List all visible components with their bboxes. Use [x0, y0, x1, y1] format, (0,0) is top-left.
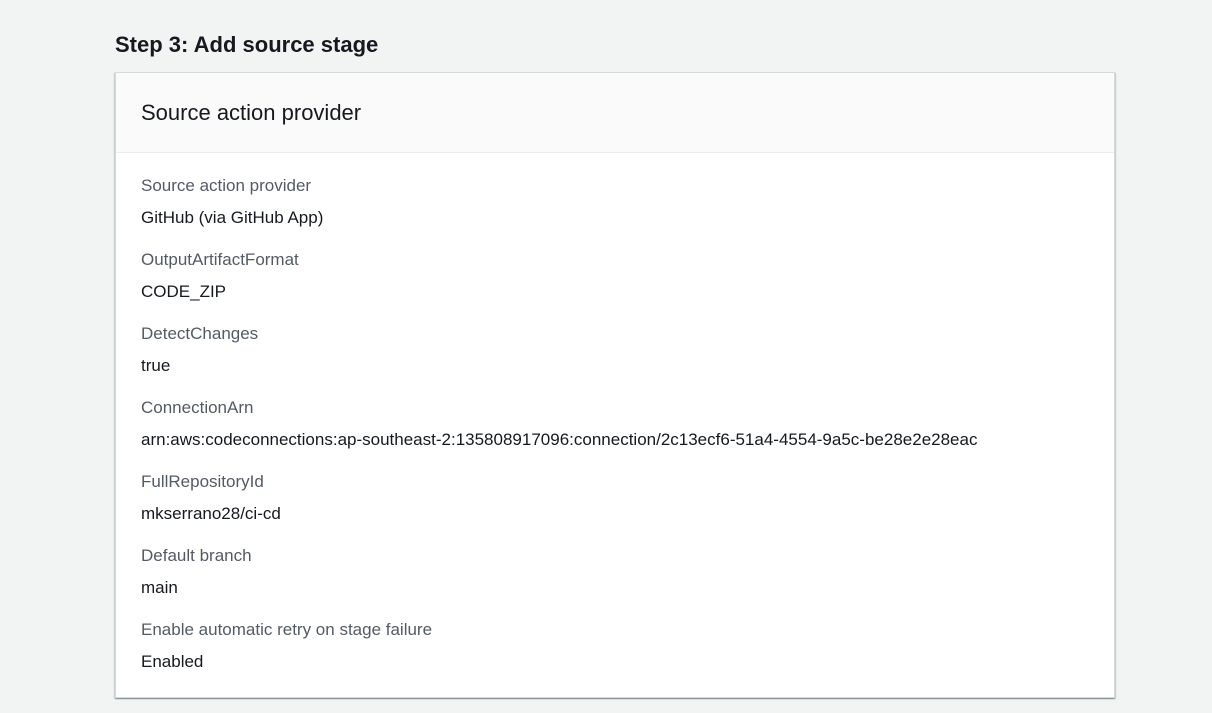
field-source-action-provider: Source action provider GitHub (via GitHu… — [141, 173, 1089, 247]
review-page: Step 3: Add source stage Source action p… — [0, 0, 1212, 713]
field-connection-arn: ConnectionArn arn:aws:codeconnections:ap… — [141, 395, 1089, 469]
field-full-repository-id: FullRepositoryId mkserrano28/ci-cd — [141, 469, 1089, 543]
source-stage-panel: Source action provider Source action pro… — [115, 72, 1115, 698]
step-title: Step 3: Add source stage — [115, 32, 379, 57]
field-value: CODE_ZIP — [141, 282, 227, 301]
field-label: OutputArtifactFormat — [141, 250, 299, 269]
field-value: GitHub (via GitHub App) — [141, 208, 324, 227]
field-default-branch: Default branch main — [141, 543, 1089, 617]
field-label: DetectChanges — [141, 324, 259, 343]
field-value: mkserrano28/ci-cd — [141, 504, 281, 523]
panel-body: Source action provider GitHub (via GitHu… — [116, 153, 1114, 691]
field-automatic-retry: Enable automatic retry on stage failure … — [141, 617, 1089, 691]
panel-title: Source action provider — [141, 99, 362, 125]
field-label: FullRepositoryId — [141, 472, 264, 491]
field-label: Enable automatic retry on stage failure — [141, 620, 433, 639]
field-detect-changes: DetectChanges true — [141, 321, 1089, 395]
field-value: true — [141, 356, 171, 375]
panel-header: Source action provider — [116, 73, 1114, 153]
field-value: main — [141, 578, 178, 597]
field-value: arn:aws:codeconnections:ap-southeast-2:1… — [141, 430, 978, 449]
field-label: ConnectionArn — [141, 398, 254, 417]
field-label: Source action provider — [141, 176, 312, 195]
field-output-artifact-format: OutputArtifactFormat CODE_ZIP — [141, 247, 1089, 321]
field-label: Default branch — [141, 546, 252, 565]
field-value: Enabled — [141, 652, 204, 671]
